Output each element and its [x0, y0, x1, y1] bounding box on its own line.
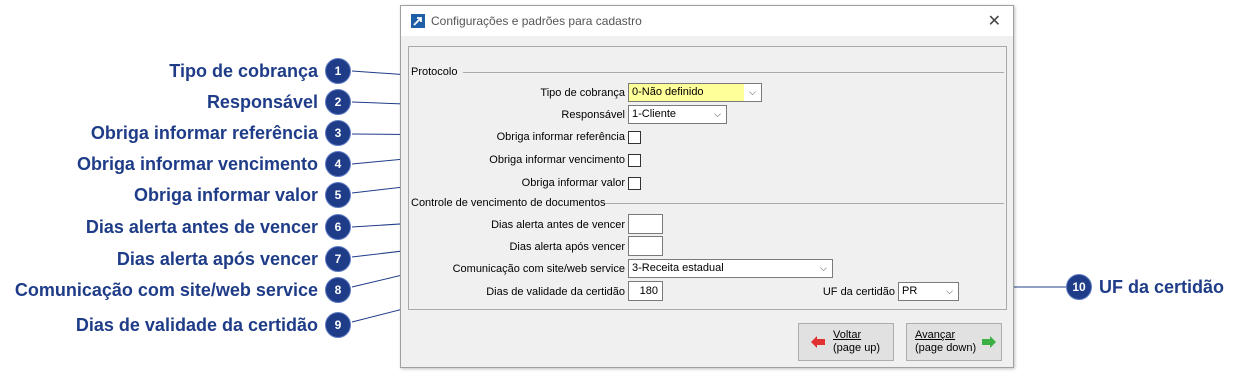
obriga-vencimento-checkbox[interactable]: [628, 154, 641, 167]
section-divider: [605, 203, 1004, 204]
responsavel-value: 1-Cliente: [632, 108, 677, 120]
callout-label-5: Obriga informar valor: [133, 185, 318, 205]
responsavel-label: Responsável: [561, 109, 625, 121]
comunicacao-select[interactable]: 3-Receita estadual ⌵: [628, 259, 833, 278]
callout-label-4: Obriga informar vencimento: [76, 154, 318, 174]
settings-panel: Protocolo Tipo de cobrança 0-Não definid…: [408, 46, 1007, 310]
uf-certidao-value: PR: [902, 285, 918, 297]
callout-label-8: Comunicação com site/web service: [14, 280, 318, 300]
dias-apos-label: Dias alerta após vencer: [509, 241, 625, 253]
dias-antes-input[interactable]: [628, 214, 663, 234]
callout-label-7: Dias alerta após vencer: [116, 249, 318, 269]
voltar-button[interactable]: Voltar (page up): [798, 323, 894, 361]
chevron-down-icon[interactable]: ⌵: [744, 84, 761, 101]
voltar-shortcut: (page up): [833, 342, 881, 354]
arrow-right-icon: [982, 336, 997, 348]
avancar-shortcut: (page down): [915, 342, 977, 354]
chevron-down-icon[interactable]: ⌵: [815, 260, 832, 277]
callout-label-9: Dias de validade da certidão: [75, 315, 318, 335]
comunicacao-value: 3-Receita estadual: [632, 262, 724, 274]
dias-validade-input[interactable]: 180: [628, 281, 663, 301]
dialog-title: Configurações e padrões para cadastro: [431, 14, 642, 28]
dias-apos-input[interactable]: [628, 236, 663, 256]
dias-validade-label: Dias de validade da certidão: [486, 286, 625, 298]
dialog-window: Configurações e padrões para cadastro ✕ …: [400, 5, 1014, 368]
tipo-cobranca-select[interactable]: 0-Não definido ⌵: [628, 83, 762, 102]
section-divider: [463, 72, 1004, 73]
chevron-down-icon[interactable]: ⌵: [709, 106, 726, 123]
callout-badge-5: 5: [325, 182, 351, 208]
callout-badge-9: 9: [325, 312, 351, 338]
app-icon: [411, 14, 425, 28]
uf-certidao-label: UF da certidão: [822, 286, 895, 298]
close-button[interactable]: ✕: [988, 11, 1001, 31]
obriga-valor-label: Obriga informar valor: [521, 177, 625, 189]
obriga-referencia-checkbox[interactable]: [628, 131, 641, 144]
callout-badge-4: 4: [325, 151, 351, 177]
title-bar: Configurações e padrões para cadastro ✕: [401, 6, 1013, 36]
callout-badge-1: 1: [325, 58, 351, 84]
tipo-cobranca-label: Tipo de cobrança: [540, 87, 625, 99]
comunicacao-label: Comunicação com site/web service: [452, 263, 625, 275]
callout-label-1: Tipo de cobrança: [169, 61, 318, 81]
callout-badge-2: 2: [325, 89, 351, 115]
callout-label-2: Responsável: [206, 92, 318, 112]
arrow-left-icon: [811, 336, 825, 348]
callout-label-3: Obriga informar referência: [90, 123, 318, 143]
callout-label-10: UF da certidão: [1099, 277, 1225, 297]
callout-label-6: Dias alerta antes de vencer: [85, 217, 318, 237]
avancar-button[interactable]: Avançar (page down): [906, 323, 1002, 361]
callout-badge-6: 6: [325, 214, 351, 240]
callout-badge-10: 10: [1066, 274, 1092, 300]
callout-badge-7: 7: [325, 246, 351, 272]
callout-badge-8: 8: [325, 277, 351, 303]
obriga-vencimento-label: Obriga informar vencimento: [489, 154, 625, 166]
tipo-cobranca-value: 0-Não definido: [632, 86, 704, 98]
voltar-label: Voltar: [833, 329, 862, 341]
uf-certidao-select[interactable]: PR ⌵: [898, 282, 959, 301]
dias-antes-label: Dias alerta antes de vencer: [491, 219, 625, 231]
avancar-label: Avançar: [915, 329, 956, 341]
obriga-valor-checkbox[interactable]: [628, 177, 641, 190]
obriga-referencia-label: Obriga informar referência: [496, 131, 625, 143]
section-protocolo: Protocolo: [411, 66, 458, 78]
callout-badge-3: 3: [325, 120, 351, 146]
responsavel-select[interactable]: 1-Cliente ⌵: [628, 105, 727, 124]
section-controle-vencimento: Controle de vencimento de documentos: [411, 197, 606, 209]
chevron-down-icon[interactable]: ⌵: [941, 283, 958, 300]
